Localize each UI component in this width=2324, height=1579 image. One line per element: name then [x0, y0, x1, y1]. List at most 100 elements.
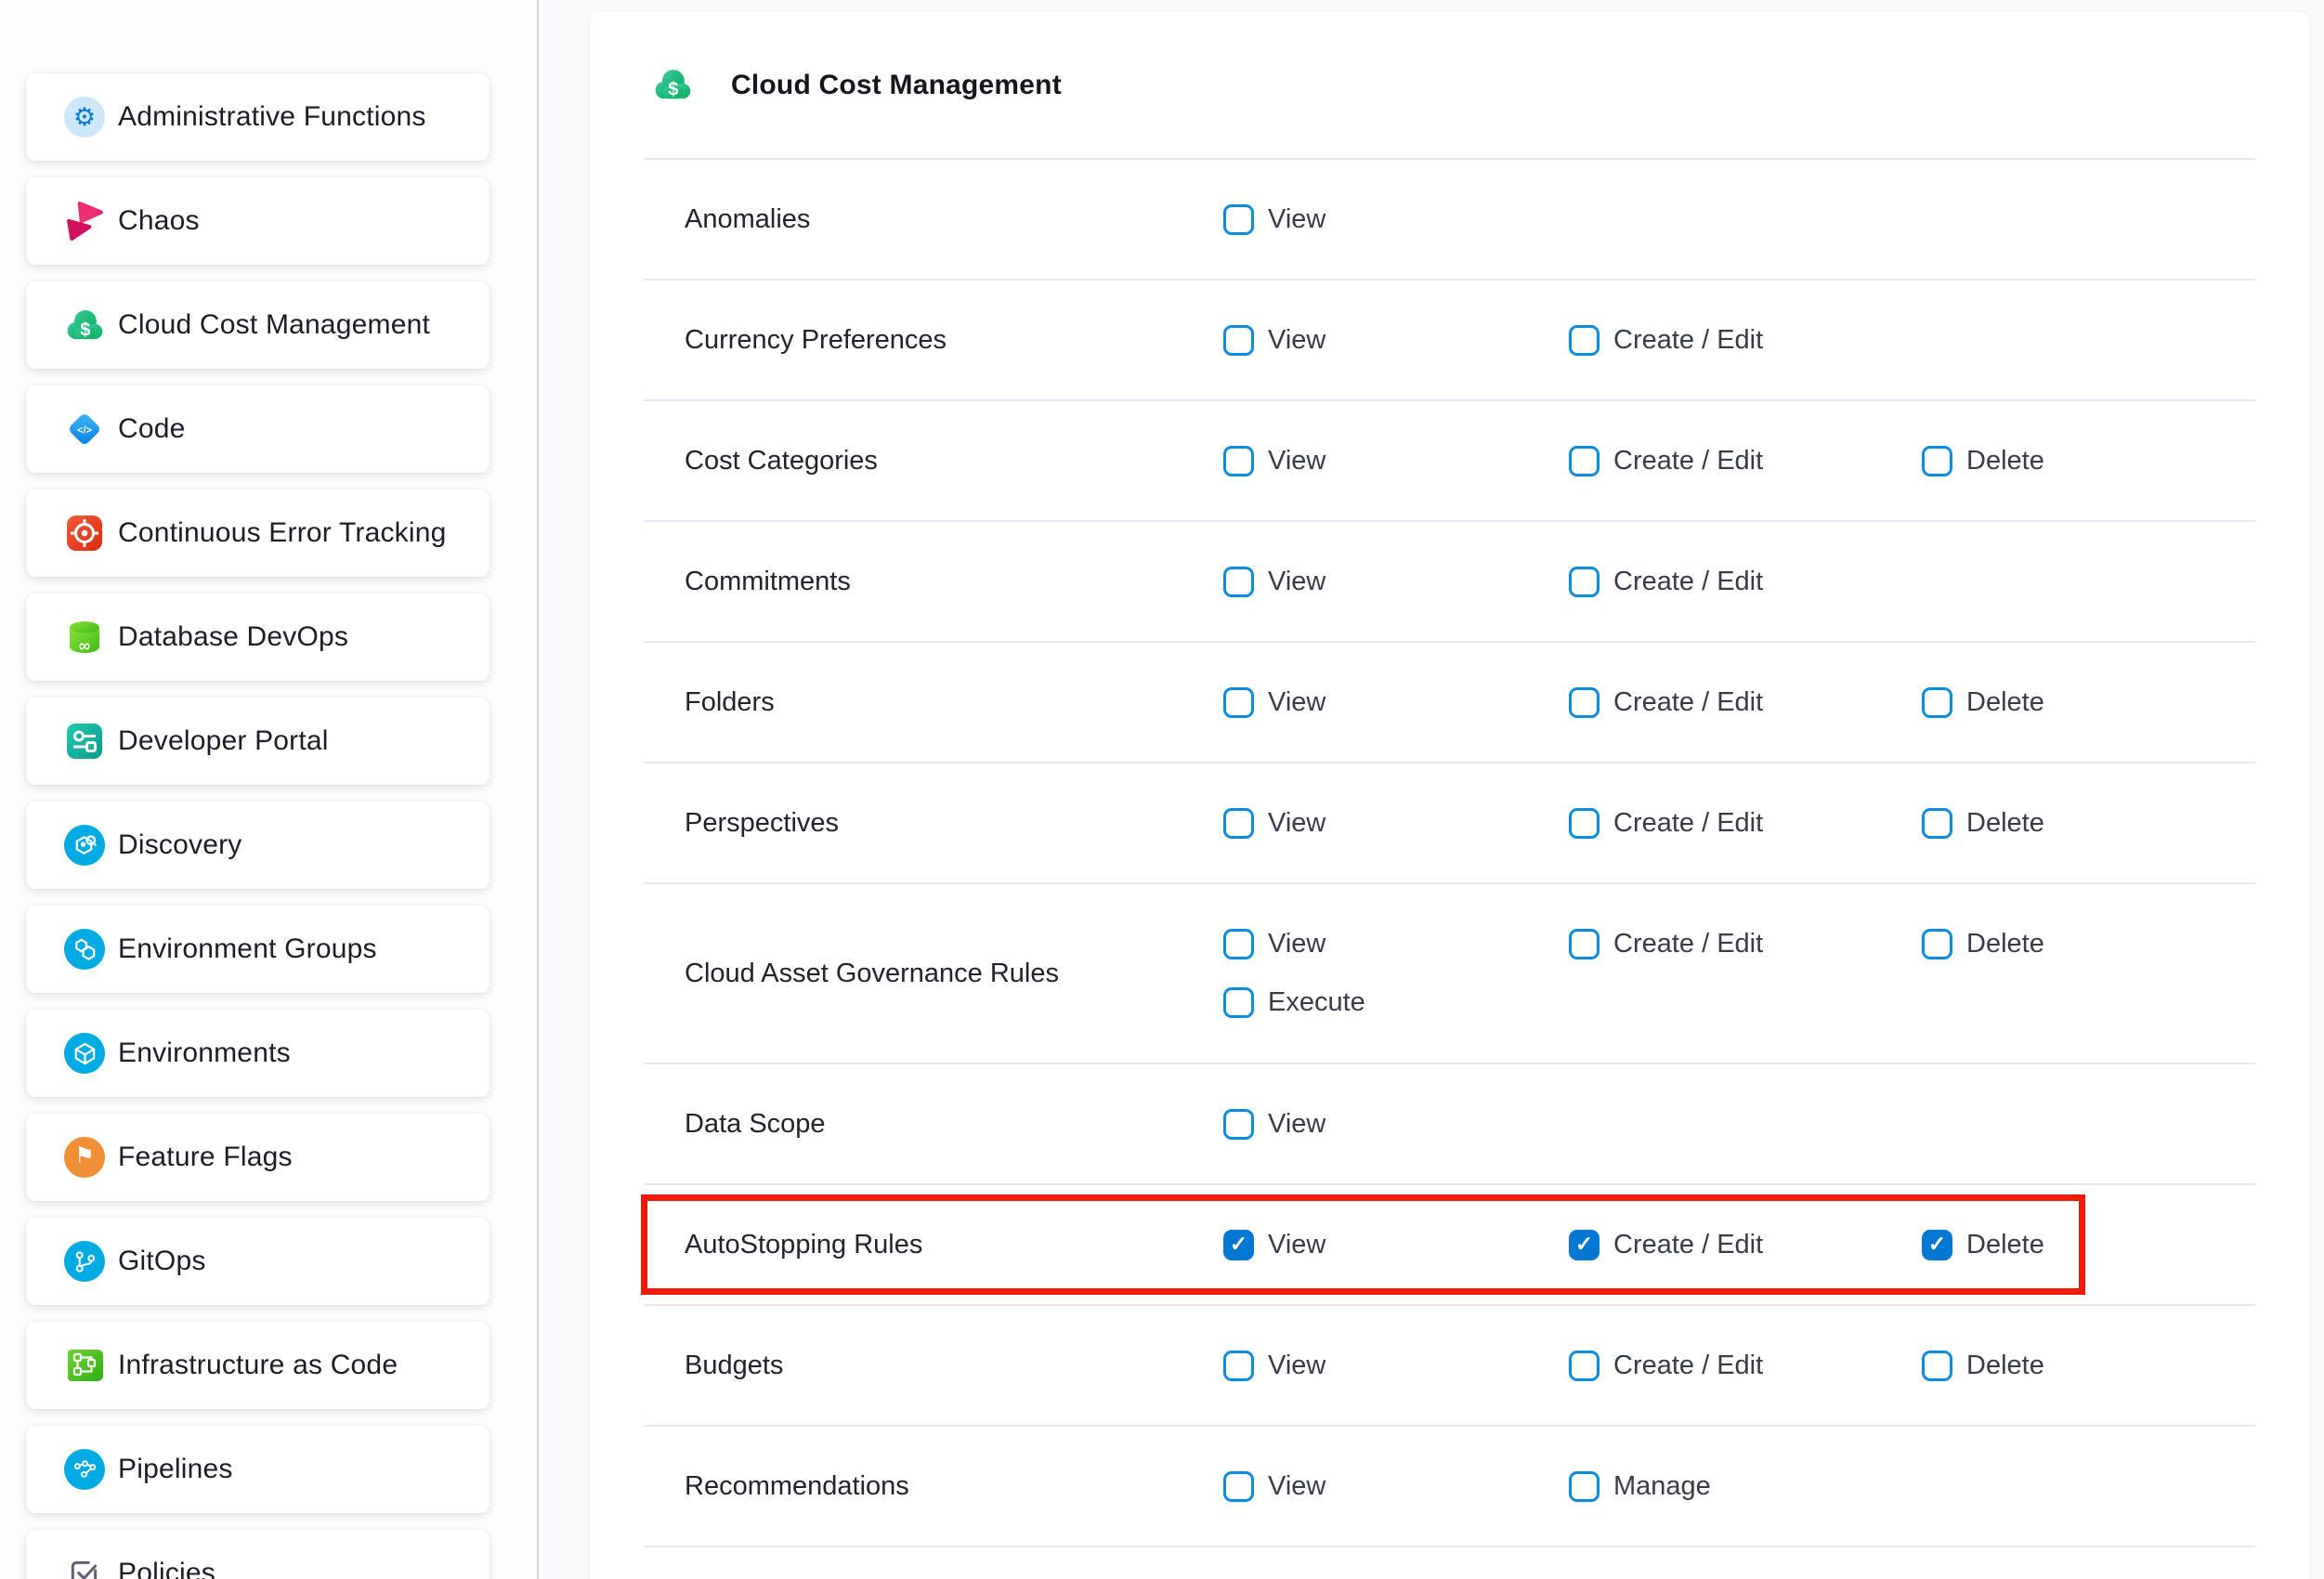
- view-column-cell: ✓ View: [1223, 325, 1569, 356]
- permission-checkbox[interactable]: ✓: [1569, 687, 1599, 718]
- permission-checkbox[interactable]: ✓: [1223, 204, 1254, 235]
- permission-checkbox[interactable]: ✓: [1569, 325, 1599, 356]
- permission-checkbox[interactable]: ✓: [1223, 808, 1254, 839]
- card-header: $ Cloud Cost Management: [590, 12, 2309, 158]
- view-column-cell: ✓ View: [1223, 1230, 1569, 1260]
- sidebar-item-administrative-functions[interactable]: ⚙ Administrative Functions: [26, 73, 490, 161]
- sidebar-item-label: Feature Flags: [118, 1142, 293, 1173]
- permission-checkbox[interactable]: ✓: [1922, 808, 1952, 839]
- permission-checkbox[interactable]: ✓: [1223, 325, 1254, 356]
- circuit-icon: [64, 1345, 105, 1386]
- permission-row-recommendations: Recommendations ✓ View ✓ Manage: [644, 1425, 2255, 1546]
- permission-checkbox[interactable]: ✓: [1223, 567, 1254, 597]
- permission-label: View: [1268, 567, 1325, 597]
- sidebar-item-policies[interactable]: Policies: [26, 1530, 490, 1579]
- permission-checkbox[interactable]: ✓: [1569, 567, 1599, 597]
- permission-row-label: Perspectives: [644, 808, 1223, 839]
- permission-checkbox[interactable]: ✓: [1223, 446, 1254, 476]
- manage-column-cell: ✓ Create / Edit: [1569, 567, 1922, 597]
- permission-label: Delete: [1966, 1351, 2044, 1381]
- permission-label: Delete: [1966, 446, 2044, 476]
- sidebar-item-label: Environment Groups: [118, 933, 377, 965]
- sidebar-item-infrastructure-as-code[interactable]: Infrastructure as Code: [26, 1322, 490, 1409]
- git-branch-icon: [64, 1241, 105, 1282]
- manage-column-cell: ✓ Create / Edit: [1569, 929, 1922, 959]
- permission-checkbox[interactable]: ✓: [1569, 1351, 1599, 1381]
- permission-checkbox[interactable]: ✓: [1569, 929, 1599, 959]
- permission-checkbox[interactable]: ✓: [1569, 808, 1599, 839]
- permission-checkbox[interactable]: ✓: [1223, 1351, 1254, 1381]
- permission-checkbox[interactable]: ✓: [1569, 1230, 1599, 1260]
- permission-row-label: Recommendations: [644, 1471, 1223, 1502]
- policy-check-icon: [64, 1553, 105, 1579]
- permission-cloud-asset-governance-rules-view: ✓ View: [1223, 929, 1325, 959]
- sidebar-item-developer-portal[interactable]: Developer Portal: [26, 698, 490, 785]
- permission-label: View: [1268, 808, 1325, 839]
- permission-checkbox[interactable]: ✓: [1922, 1230, 1952, 1260]
- manage-column-cell: ✓ Create / Edit: [1569, 325, 1922, 356]
- sidebar-item-chaos[interactable]: Chaos: [26, 177, 490, 265]
- permission-currency-preferences-create-edit: ✓ Create / Edit: [1569, 325, 1763, 356]
- permission-row-label: Currency Preferences: [644, 325, 1223, 356]
- permission-autostopping-rules-delete: ✓ Delete: [1922, 1230, 2044, 1260]
- sidebar-item-pipelines[interactable]: Pipelines: [26, 1426, 490, 1513]
- sidebar-item-label: Policies: [118, 1558, 215, 1579]
- permission-row-label: Budgets: [644, 1351, 1223, 1381]
- module-sidebar: ⚙ Administrative Functions Chaos $ Cloud…: [0, 0, 537, 1579]
- permission-checkbox[interactable]: ✓: [1223, 1109, 1254, 1140]
- permission-commitments-view: ✓ View: [1223, 567, 1325, 597]
- permission-row-label: Folders: [644, 687, 1223, 718]
- permission-autostopping-rules-view: ✓ View: [1223, 1230, 1325, 1260]
- sidebar-item-discovery[interactable]: Discovery: [26, 802, 490, 889]
- permission-label: View: [1268, 1471, 1325, 1502]
- permission-label: Create / Edit: [1613, 929, 1763, 959]
- permission-label: Create / Edit: [1613, 325, 1763, 356]
- permission-checkbox[interactable]: ✓: [1569, 446, 1599, 476]
- permission-checkbox[interactable]: ✓: [1223, 987, 1254, 1018]
- card-header-icon-slot: $: [644, 61, 701, 110]
- permission-cloud-asset-governance-rules-delete: ✓ Delete: [1922, 929, 2044, 959]
- sidebar-item-feature-flags[interactable]: ⚑ Feature Flags: [26, 1114, 490, 1201]
- database-icon: ∞: [64, 617, 105, 658]
- permission-checkbox[interactable]: ✓: [1223, 687, 1254, 718]
- sidebar-item-label: Code: [118, 413, 186, 445]
- sidebar-item-gitops[interactable]: GitOps: [26, 1218, 490, 1305]
- delete-column-cell: ✓ Delete: [1922, 446, 2255, 476]
- sidebar-item-label: Administrative Functions: [118, 101, 426, 133]
- permission-row-cloud-asset-governance-rules: Cloud Asset Governance Rules ✓ View ✓ Ex…: [644, 882, 2255, 1063]
- permission-label: View: [1268, 1351, 1325, 1381]
- permission-checkbox[interactable]: ✓: [1223, 1471, 1254, 1502]
- permission-checkbox[interactable]: ✓: [1922, 687, 1952, 718]
- sidebar-item-code[interactable]: </> Code: [26, 385, 490, 473]
- permission-label: Create / Edit: [1613, 1351, 1763, 1381]
- permission-label: View: [1268, 1109, 1325, 1140]
- sidebar-item-label: Cloud Cost Management: [118, 309, 430, 341]
- permission-label: Delete: [1966, 1230, 2044, 1260]
- svg-text:∞: ∞: [78, 637, 91, 656]
- permission-checkbox[interactable]: ✓: [1922, 929, 1952, 959]
- permission-row-label: AutoStopping Rules: [644, 1230, 1223, 1260]
- permission-label: Create / Edit: [1613, 567, 1763, 597]
- permission-checkbox[interactable]: ✓: [1922, 446, 1952, 476]
- permission-budgets-create-edit: ✓ Create / Edit: [1569, 1351, 1763, 1381]
- permission-row-currency-preferences: Currency Preferences ✓ View ✓ Create / E…: [644, 279, 2255, 399]
- permission-checkbox[interactable]: ✓: [1922, 1351, 1952, 1381]
- delete-column-cell: ✓ Delete: [1922, 808, 2255, 839]
- sidebar-item-continuous-error-tracking[interactable]: Continuous Error Tracking: [26, 489, 490, 577]
- permission-row-label: Anomalies: [644, 204, 1223, 235]
- sidebar-item-database-devops[interactable]: ∞ Database DevOps: [26, 594, 490, 681]
- permission-autostopping-rules-create-edit: ✓ Create / Edit: [1569, 1230, 1763, 1260]
- delete-column-cell: ✓ Delete: [1922, 1351, 2255, 1381]
- sidebar-item-environments[interactable]: Environments: [26, 1010, 490, 1097]
- permission-row-label: Data Scope: [644, 1109, 1223, 1140]
- sidebar-item-cloud-cost-management[interactable]: $ Cloud Cost Management: [26, 281, 490, 369]
- pipeline-icon: [64, 1449, 105, 1490]
- view-column-cell: ✓ View ✓ Execute: [1223, 929, 1569, 1018]
- permission-checkbox[interactable]: ✓: [1569, 1471, 1599, 1502]
- sidebar-item-environment-groups[interactable]: Environment Groups: [26, 906, 490, 993]
- permission-label: Create / Edit: [1613, 687, 1763, 718]
- permission-anomalies-view: ✓ View: [1223, 204, 1325, 235]
- permission-checkbox[interactable]: ✓: [1223, 929, 1254, 959]
- permission-checkbox[interactable]: ✓: [1223, 1230, 1254, 1260]
- sidebar-item-label: Environments: [118, 1037, 291, 1069]
